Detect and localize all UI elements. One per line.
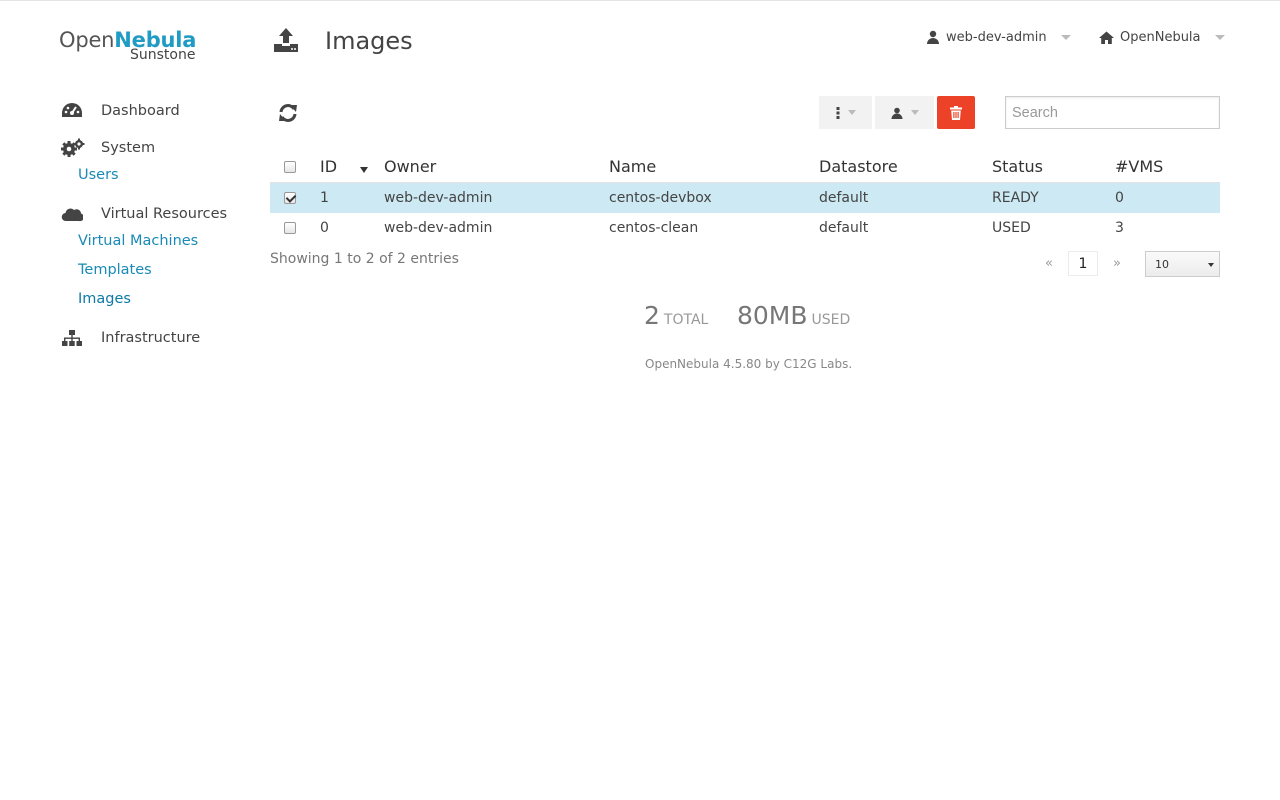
dashboard-icon (61, 101, 85, 121)
zone-name: OpenNebula (1120, 29, 1201, 45)
top-border (0, 0, 1280, 1)
refresh-icon (277, 104, 299, 128)
column-header-owner[interactable]: Owner (384, 157, 436, 176)
row-checkbox[interactable] (284, 192, 296, 204)
sidebar-item-images[interactable]: Images (78, 291, 131, 307)
cloud-icon (61, 204, 85, 224)
cell-status: READY (992, 190, 1039, 206)
pager-next-button[interactable]: » (1113, 256, 1121, 271)
cell-vms: 0 (1115, 190, 1124, 206)
trash-icon (950, 105, 962, 120)
column-header-id[interactable]: ID (320, 157, 337, 176)
select-all-checkbox[interactable] (284, 161, 296, 173)
refresh-button[interactable] (277, 102, 301, 126)
sort-desc-icon[interactable] (360, 167, 368, 173)
sidebar-item-label: System (101, 140, 156, 156)
total-count: 2 (644, 301, 660, 330)
cell-datastore: default (819, 190, 869, 206)
chevron-down-icon (1214, 34, 1225, 40)
sidebar-item-label: Dashboard (101, 103, 180, 119)
total-stat: 2 TOTAL (644, 301, 708, 330)
gears-icon (61, 138, 85, 158)
cell-owner: web-dev-admin (384, 220, 493, 236)
pager-prev-button[interactable]: « (1045, 256, 1053, 271)
sidebar-item-virtual-machines[interactable]: Virtual Machines (78, 233, 198, 249)
page-size-value: 10 (1155, 258, 1169, 271)
footer-version: OpenNebula 4.5.80 by C12G Labs. (645, 357, 853, 371)
cell-vms: 3 (1115, 220, 1124, 236)
column-header-vms[interactable]: #VMS (1115, 157, 1163, 176)
page-size-select[interactable]: 10 (1145, 251, 1220, 277)
home-icon (1099, 31, 1114, 44)
chevron-down-icon (1208, 263, 1214, 267)
chevron-down-icon (847, 110, 856, 115)
sidebar-item-dashboard[interactable]: Dashboard (61, 100, 180, 122)
cell-name: centos-clean (609, 220, 699, 236)
upload-icon (272, 27, 300, 53)
sidebar-item-infrastructure[interactable]: Infrastructure (61, 327, 200, 349)
search-input[interactable] (1005, 96, 1220, 129)
table-row[interactable]: 0 web-dev-admin centos-clean default USE… (270, 213, 1220, 243)
ownership-button[interactable] (875, 96, 934, 129)
app-logo[interactable]: OpenNebula Sunstone (59, 27, 209, 67)
page-title: Images (325, 27, 413, 55)
user-name: web-dev-admin (946, 29, 1047, 45)
sidebar-item-system[interactable]: System (61, 137, 155, 159)
ellipsis-vertical-icon (836, 106, 840, 119)
sitemap-icon (61, 328, 85, 348)
cell-id: 0 (320, 220, 329, 236)
cell-owner: web-dev-admin (384, 190, 493, 206)
sidebar-item-label: Infrastructure (101, 330, 201, 346)
cell-status: USED (992, 220, 1031, 236)
column-header-name[interactable]: Name (609, 157, 656, 176)
pager-page-button[interactable]: 1 (1068, 251, 1098, 276)
user-icon (891, 107, 903, 119)
row-checkbox[interactable] (284, 222, 296, 234)
delete-button[interactable] (937, 96, 975, 129)
user-menu[interactable]: web-dev-admin (926, 28, 1071, 46)
sidebar-item-templates[interactable]: Templates (78, 262, 152, 278)
chevron-down-icon (910, 110, 919, 115)
column-header-status[interactable]: Status (992, 157, 1043, 176)
used-size: 80MB (737, 301, 808, 330)
column-header-datastore[interactable]: Datastore (819, 157, 898, 176)
sidebar-item-users[interactable]: Users (78, 167, 119, 183)
used-label: USED (811, 312, 851, 328)
used-stat: 80MB USED (737, 301, 850, 330)
cell-name: centos-devbox (609, 190, 712, 206)
zone-menu[interactable]: OpenNebula (1099, 28, 1225, 46)
cell-datastore: default (819, 220, 869, 236)
table-row[interactable]: 1 web-dev-admin centos-devbox default RE… (270, 183, 1220, 213)
chevron-down-icon (1060, 34, 1071, 40)
total-label: TOTAL (663, 312, 709, 328)
sidebar-item-label: Virtual Resources (101, 206, 228, 222)
more-actions-button[interactable] (819, 96, 872, 129)
user-icon (926, 30, 940, 44)
logo-subtitle: Sunstone (130, 47, 196, 63)
table-info: Showing 1 to 2 of 2 entries (270, 251, 459, 267)
sidebar-item-virtual-resources[interactable]: Virtual Resources (61, 203, 227, 225)
cell-id: 1 (320, 190, 329, 206)
